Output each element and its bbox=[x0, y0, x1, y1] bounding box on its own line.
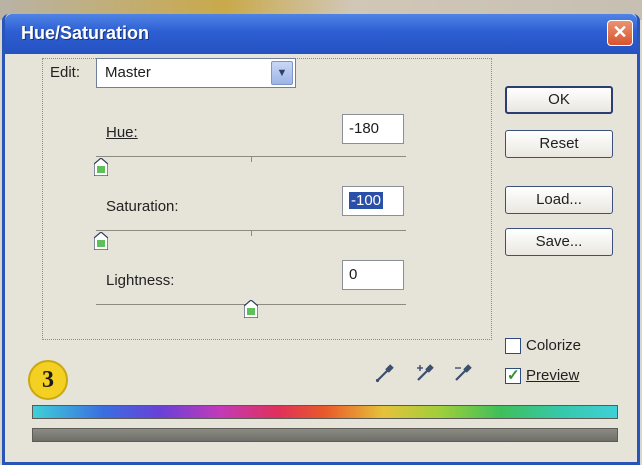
hue-slider-thumb[interactable] bbox=[94, 158, 108, 176]
title-bar[interactable]: Hue/Saturation ✕ bbox=[5, 14, 637, 54]
hue-input[interactable]: -180 bbox=[342, 114, 404, 144]
edit-label: Edit: bbox=[50, 64, 81, 81]
saturation-slider-center-tick bbox=[251, 231, 252, 236]
preview-label[interactable]: Preview bbox=[526, 367, 579, 384]
output-color-spectrum bbox=[32, 428, 618, 442]
preview-checkbox[interactable]: ✓ bbox=[505, 367, 521, 384]
close-icon: ✕ bbox=[612, 22, 628, 42]
input-color-spectrum bbox=[32, 405, 618, 419]
edit-selected-value: Master bbox=[105, 64, 151, 81]
saturation-label: Saturation: bbox=[106, 198, 179, 215]
colorize-label[interactable]: Colorize bbox=[526, 337, 581, 354]
checkmark-icon: ✓ bbox=[507, 367, 520, 384]
lightness-slider-thumb[interactable] bbox=[244, 300, 258, 318]
lightness-label: Lightness: bbox=[106, 272, 175, 289]
eyedropper-minus-icon[interactable] bbox=[452, 362, 474, 384]
eyedropper-plus-icon[interactable] bbox=[414, 362, 436, 384]
lightness-input[interactable]: 0 bbox=[342, 260, 404, 290]
hue-label: Hue: bbox=[106, 124, 138, 141]
lightness-value: 0 bbox=[349, 266, 358, 283]
hue-value: -180 bbox=[349, 120, 380, 137]
chevron-down-icon[interactable]: ▼ bbox=[271, 61, 293, 85]
load-button[interactable]: Load... bbox=[505, 186, 613, 214]
saturation-slider-thumb[interactable] bbox=[94, 232, 108, 250]
eyedropper-icon[interactable] bbox=[374, 362, 396, 384]
saturation-input[interactable]: -100 bbox=[342, 186, 404, 216]
save-button[interactable]: Save... bbox=[505, 228, 613, 256]
dialog-title: Hue/Saturation bbox=[21, 23, 150, 43]
step-number-badge: 3 bbox=[28, 360, 68, 400]
edit-channel-select[interactable]: Master ▼ bbox=[96, 58, 296, 88]
colorize-checkbox[interactable] bbox=[505, 338, 521, 354]
saturation-value: -100 bbox=[349, 192, 384, 209]
ok-button[interactable]: OK bbox=[505, 86, 613, 114]
reset-button[interactable]: Reset bbox=[505, 130, 613, 158]
close-button[interactable]: ✕ bbox=[607, 20, 633, 46]
hue-slider-center-tick bbox=[251, 157, 252, 162]
